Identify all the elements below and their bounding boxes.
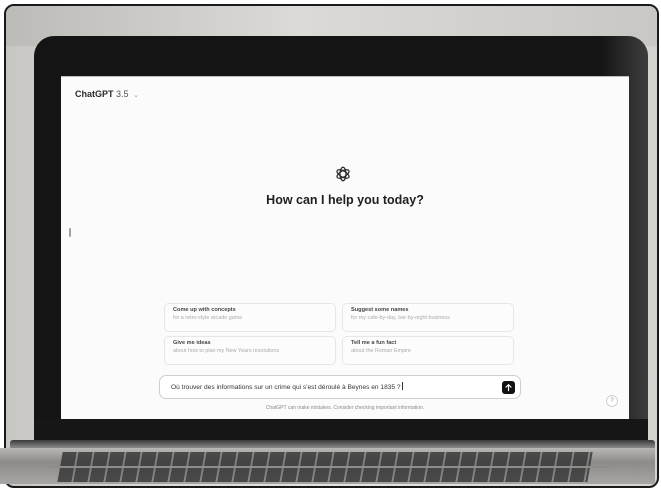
message-input[interactable]: Où trouver des informations sur un crime… xyxy=(159,375,521,399)
chevron-down-icon: ⌄ xyxy=(133,92,139,99)
suggestion-title: Suggest some names xyxy=(351,307,409,313)
help-button[interactable]: ? xyxy=(606,395,618,407)
model-selector[interactable]: ChatGPT 3.5 ⌄ xyxy=(75,89,139,99)
suggestion-card[interactable]: Tell me a fun fact about the Roman Empir… xyxy=(342,336,514,365)
send-button[interactable] xyxy=(502,381,515,394)
suggestion-title: Give me ideas xyxy=(173,340,211,346)
suggestion-card[interactable]: Give me ideas about how to plan my New Y… xyxy=(164,336,336,365)
suggestion-subtitle: about the Roman Empire xyxy=(351,348,411,354)
suggestion-subtitle: for my cafe-by-day, bar-by-night busines… xyxy=(351,315,450,321)
model-version: 3.5 xyxy=(116,89,129,99)
keyboard-row-divider xyxy=(50,466,610,468)
suggestion-title: Tell me a fun fact xyxy=(351,340,397,346)
screen-top-border xyxy=(61,76,629,77)
disclaimer-text: ChatGPT can make mistakes. Consider chec… xyxy=(265,405,425,411)
text-caret xyxy=(401,382,403,390)
suggestion-subtitle: for a retro-style arcade game xyxy=(173,315,243,321)
message-input-text[interactable]: Où trouver des informations sur un crime… xyxy=(171,382,403,391)
suggestion-subtitle: about how to plan my New Years resolutio… xyxy=(173,348,280,354)
chat-screen: ChatGPT 3.5 ⌄ How can I help you today? … xyxy=(61,76,629,419)
suggestion-card[interactable]: Suggest some names for my cafe-by-day, b… xyxy=(342,303,514,332)
page-title: How can I help you today? xyxy=(266,193,424,207)
suggestion-card[interactable]: Come up with concepts for a retro-style … xyxy=(164,303,336,332)
openai-logo-icon xyxy=(336,166,350,182)
laptop-photo: ChatGPT 3.5 ⌄ How can I help you today? … xyxy=(0,0,661,490)
sidebar-toggle-handle[interactable] xyxy=(69,228,71,237)
arrow-up-icon xyxy=(505,384,512,392)
message-input-value: Où trouver des informations sur un crime… xyxy=(171,384,401,391)
suggestion-title: Come up with concepts xyxy=(173,307,236,313)
model-name: ChatGPT xyxy=(75,89,114,99)
